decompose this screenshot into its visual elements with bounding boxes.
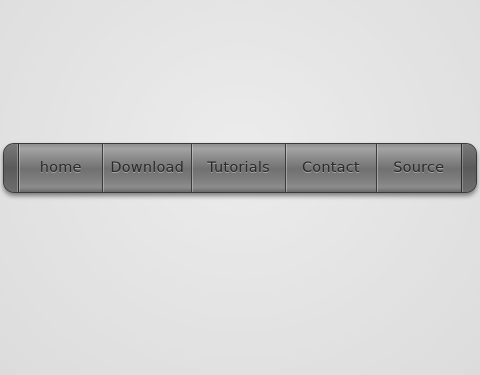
- nav-item-label: Tutorials: [207, 160, 270, 176]
- nav-item-label: Source: [393, 160, 445, 176]
- nav-left-cap: [4, 144, 19, 192]
- nav-item-label: Contact: [301, 160, 360, 176]
- nav-right-cap: [461, 144, 476, 192]
- nav-item-label: Download: [110, 160, 185, 176]
- nav-item-contact[interactable]: Contact: [286, 144, 377, 192]
- nav-bar: home Download Tutorials Contact Source: [3, 143, 477, 193]
- nav-item-download[interactable]: Download: [103, 144, 192, 192]
- nav-item-tutorials[interactable]: Tutorials: [191, 144, 287, 192]
- nav-item-source[interactable]: Source: [376, 144, 461, 192]
- nav-item-home[interactable]: home: [19, 144, 104, 192]
- nav-item-label: home: [39, 160, 82, 176]
